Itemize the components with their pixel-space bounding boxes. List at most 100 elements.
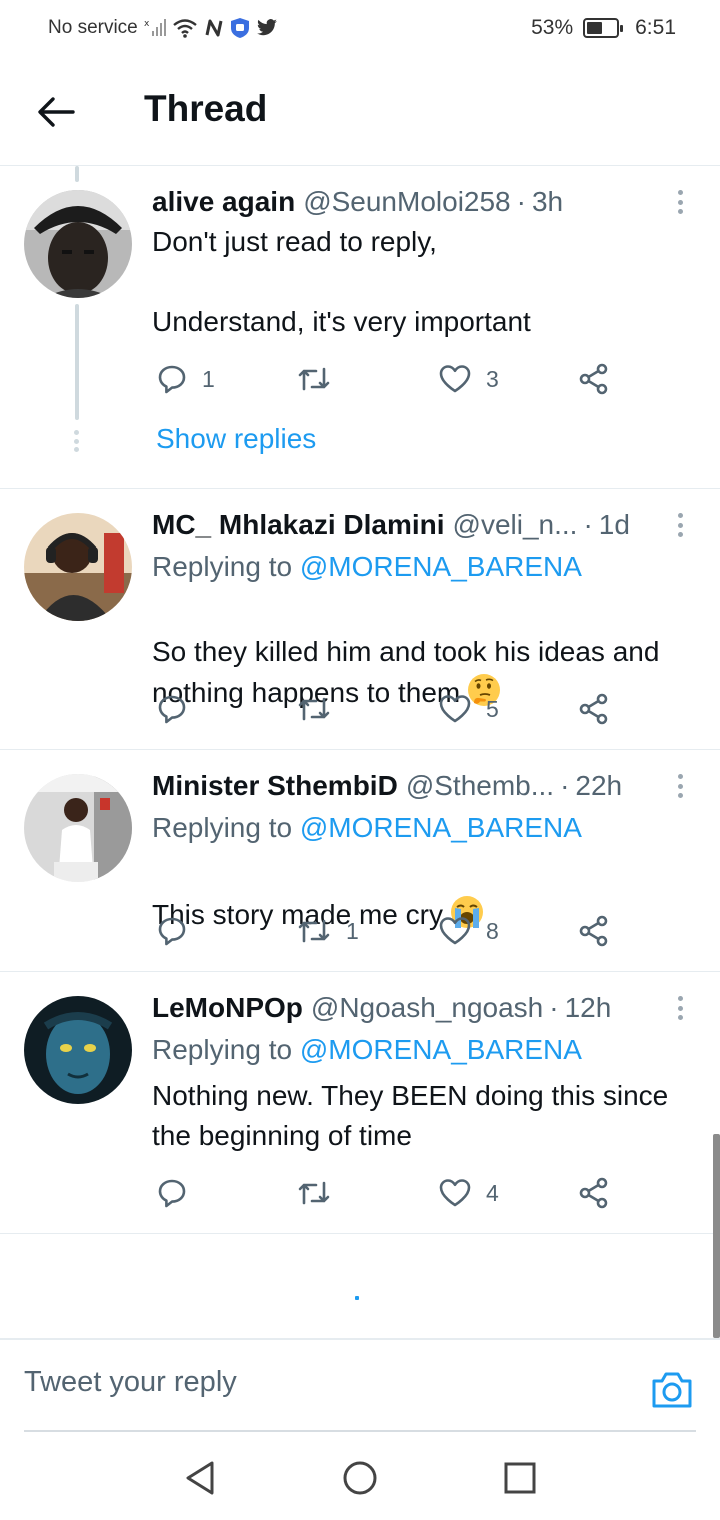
avatar[interactable] xyxy=(24,513,132,621)
share-icon xyxy=(579,363,608,395)
reply-icon xyxy=(158,917,186,946)
like-button[interactable]: 5 xyxy=(438,689,499,729)
like-button[interactable]: 3 xyxy=(438,359,499,399)
status-bar: No service x 53% 6:51 xyxy=(0,0,720,56)
mention-link[interactable]: @MORENA_BARENA xyxy=(300,812,582,843)
nav-back-button[interactable] xyxy=(182,1460,218,1496)
retweet-button[interactable]: 1 xyxy=(296,911,359,951)
battery-percent: 53% xyxy=(531,16,574,39)
display-name[interactable]: alive again xyxy=(152,186,295,218)
retweet-icon xyxy=(298,919,330,943)
user-handle[interactable]: @SeunMoloi258 xyxy=(303,186,510,218)
clock: 6:51 xyxy=(635,16,676,39)
share-icon xyxy=(579,693,608,725)
heart-icon xyxy=(439,917,471,945)
display-name[interactable]: Minister SthembiD xyxy=(152,770,398,802)
camera-button[interactable] xyxy=(650,1370,694,1410)
reply-button[interactable] xyxy=(156,1173,202,1213)
avatar[interactable] xyxy=(24,190,132,298)
reply-button[interactable] xyxy=(156,911,202,951)
tweet-3[interactable]: Minister SthembiD @Sthemb... · 22h Reply… xyxy=(0,750,720,972)
user-handle[interactable]: @veli_n... xyxy=(453,509,578,541)
square-recents-icon xyxy=(504,1462,536,1494)
like-button[interactable]: 4 xyxy=(438,1173,499,1213)
timestamp: 12h xyxy=(564,992,612,1023)
mention-link[interactable]: @MORENA_BARENA xyxy=(300,551,582,582)
reply-input[interactable] xyxy=(24,1366,584,1399)
like-button[interactable]: 8 xyxy=(438,911,499,951)
wifi-icon xyxy=(172,19,197,38)
heart-icon xyxy=(439,365,471,393)
scrollbar[interactable] xyxy=(713,1134,720,1338)
avatar[interactable] xyxy=(24,774,132,882)
retweet-icon xyxy=(298,367,330,391)
reply-button[interactable]: 1 xyxy=(156,359,215,399)
show-replies-link[interactable]: Show replies xyxy=(156,423,316,455)
nav-home-button[interactable] xyxy=(342,1460,378,1496)
tweet-header: MC_ Mhlakazi Dlamini @veli_n... · 1d xyxy=(152,509,648,541)
replying-to-label: Replying to xyxy=(152,1034,293,1065)
app-header: Thread xyxy=(0,56,720,166)
tweet-actions: 5 xyxy=(152,689,622,729)
reply-composer xyxy=(0,1338,720,1432)
share-button[interactable] xyxy=(578,911,610,951)
retweet-button[interactable] xyxy=(296,1173,346,1213)
tweet-2[interactable]: MC_ Mhlakazi Dlamini @veli_n... · 1d Rep… xyxy=(0,489,720,750)
avatar-photo xyxy=(24,996,132,1104)
tweet-actions: 1 8 xyxy=(152,911,622,951)
tweet-actions: 1 3 xyxy=(152,359,622,399)
heart-icon xyxy=(439,695,471,723)
mention-link[interactable]: @MORENA_BARENA xyxy=(300,1034,582,1065)
circle-home-icon xyxy=(343,1461,377,1495)
like-count: 3 xyxy=(486,365,499,392)
thread-line xyxy=(75,304,79,420)
tweet-1[interactable]: alive again @SeunMoloi258 · 3h Don't jus… xyxy=(0,166,720,489)
display-name[interactable]: LeMoNPOp xyxy=(152,992,303,1024)
page-title: Thread xyxy=(144,88,268,129)
share-button[interactable] xyxy=(578,1173,610,1213)
svg-text:x: x xyxy=(144,19,150,29)
loading-indicator xyxy=(355,1296,359,1300)
tweet-text: Don't just read to reply, Understand, it… xyxy=(152,226,531,337)
user-handle[interactable]: @Ngoash_ngoash xyxy=(311,992,543,1024)
status-right: 53% 6:51 xyxy=(531,16,676,40)
more-options-button[interactable] xyxy=(670,770,690,802)
avatar-photo xyxy=(24,513,132,621)
vpn-shield-icon xyxy=(230,18,249,38)
separator-dot: · xyxy=(516,186,526,217)
carrier-label: No service xyxy=(48,17,138,38)
more-options-button[interactable] xyxy=(670,992,690,1024)
arrow-left-icon xyxy=(38,97,75,127)
reply-button[interactable] xyxy=(156,689,202,729)
retweet-icon xyxy=(298,1181,330,1205)
tweet-4[interactable]: LeMoNPOp @Ngoash_ngoash · 12h Replying t… xyxy=(0,972,720,1234)
tweet-header: alive again @SeunMoloi258 · 3h xyxy=(152,186,648,218)
reply-icon xyxy=(158,1179,186,1208)
separator-dot: · xyxy=(583,509,593,540)
tweet-actions: 4 xyxy=(152,1173,622,1213)
nav-recents-button[interactable] xyxy=(502,1460,538,1496)
more-options-button[interactable] xyxy=(670,186,690,218)
replying-to: Replying to @MORENA_BARENA xyxy=(152,551,582,583)
tweet-header: Minister SthembiD @Sthemb... · 22h xyxy=(152,770,648,802)
tweet-text: Nothing new. They BEEN doing this since … xyxy=(152,1080,669,1151)
separator-dot: · xyxy=(560,770,570,801)
replying-to: Replying to @MORENA_BARENA xyxy=(152,1034,582,1066)
user-handle[interactable]: @Sthemb... xyxy=(406,770,554,802)
thread-dots xyxy=(74,430,80,452)
retweet-icon xyxy=(298,697,330,721)
share-button[interactable] xyxy=(578,689,610,729)
reply-count: 1 xyxy=(202,365,215,392)
avatar-photo xyxy=(24,190,132,298)
display-name[interactable]: MC_ Mhlakazi Dlamini xyxy=(152,509,445,541)
retweet-button[interactable] xyxy=(296,359,346,399)
like-count: 8 xyxy=(486,917,499,944)
share-button[interactable] xyxy=(578,359,610,399)
retweet-button[interactable] xyxy=(296,689,346,729)
back-button[interactable] xyxy=(34,90,78,134)
reply-icon xyxy=(158,695,186,724)
avatar[interactable] xyxy=(24,996,132,1104)
more-options-button[interactable] xyxy=(670,509,690,541)
share-icon xyxy=(579,1177,608,1209)
retweet-count: 1 xyxy=(346,917,359,944)
